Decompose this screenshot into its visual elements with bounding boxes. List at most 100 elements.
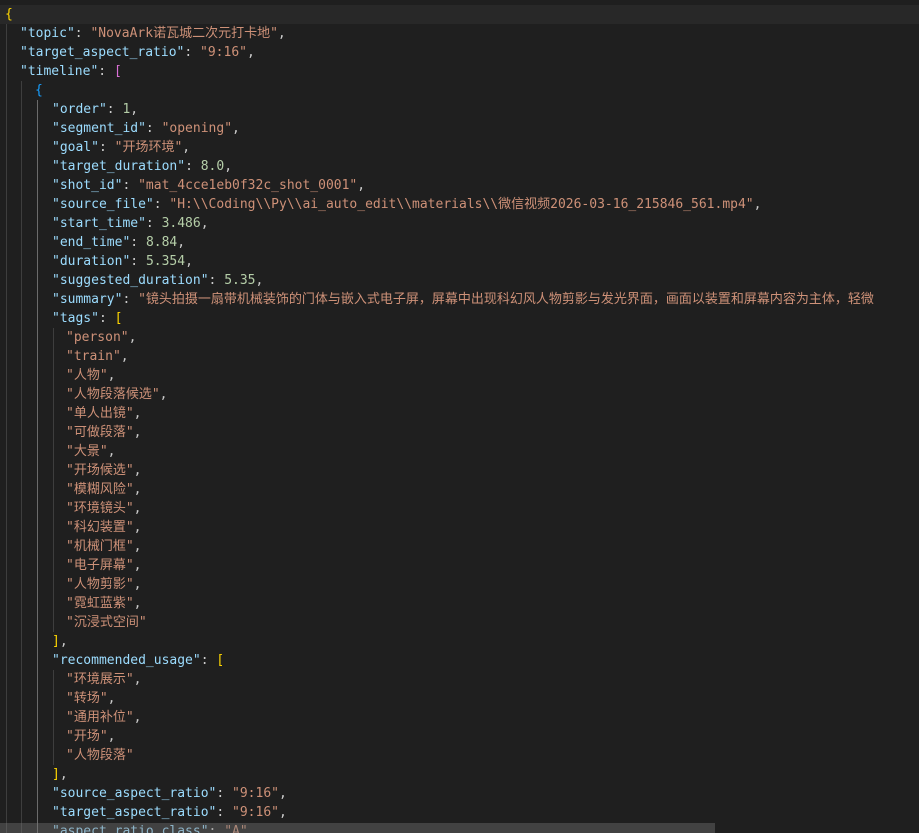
code-text: "duration": 5.354, <box>52 252 193 271</box>
code-token: : <box>153 197 170 212</box>
indent-guide <box>37 727 38 746</box>
code-text: "summary": "镜头拍摄一扇带机械装饰的门体与嵌入式电子屏，屏幕中出现科… <box>52 290 874 309</box>
code-token: "人物段落候选" <box>66 387 160 402</box>
code-line[interactable]: "人物剪影", <box>0 575 919 594</box>
code-line[interactable]: "target_aspect_ratio": "9:16", <box>0 803 919 822</box>
code-line[interactable]: "target_aspect_ratio": "9:16", <box>0 43 919 62</box>
code-token: , <box>120 349 129 364</box>
indent-guide <box>21 670 22 689</box>
code-token: "timeline" <box>20 64 99 79</box>
code-line[interactable]: "机械门框", <box>0 537 919 556</box>
code-line[interactable]: "通用补位", <box>0 708 919 727</box>
code-text: "沉浸式空间" <box>66 613 147 632</box>
code-line[interactable]: "人物段落" <box>0 746 919 765</box>
code-line[interactable]: "end_time": 8.84, <box>0 233 919 252</box>
code-line[interactable]: "tags": [ <box>0 309 919 328</box>
code-token: "大景" <box>66 444 108 459</box>
code-token: "H:\\Coding\\Py\\ai_auto_edit\\materials… <box>169 197 754 212</box>
code-token: "segment_id" <box>52 121 146 136</box>
indent-guide <box>53 727 54 746</box>
code-token: , <box>133 710 142 725</box>
indent-guide <box>21 708 22 727</box>
code-token: "NovaArk诺瓦城二次元打卡地" <box>90 26 278 41</box>
code-line[interactable]: "summary": "镜头拍摄一扇带机械装饰的门体与嵌入式电子屏，屏幕中出现科… <box>0 290 919 309</box>
code-line[interactable]: "环境镜头", <box>0 499 919 518</box>
horizontal-scrollbar[interactable] <box>0 823 715 833</box>
code-token: { <box>5 7 13 22</box>
code-line[interactable]: { <box>0 81 919 100</box>
code-line[interactable]: "开场候选", <box>0 461 919 480</box>
code-line[interactable]: { <box>0 5 919 24</box>
code-line[interactable]: ], <box>0 765 919 784</box>
indent-guide <box>37 366 38 385</box>
code-token: "topic" <box>20 26 75 41</box>
indent-guide <box>6 499 7 518</box>
code-line[interactable]: "人物", <box>0 366 919 385</box>
code-line[interactable]: "科幻装置", <box>0 518 919 537</box>
code-line[interactable]: "source_file": "H:\\Coding\\Py\\ai_auto_… <box>0 195 919 214</box>
code-line[interactable]: "source_aspect_ratio": "9:16", <box>0 784 919 803</box>
code-token: "start_time" <box>52 216 146 231</box>
code-line[interactable]: "环境展示", <box>0 670 919 689</box>
code-line[interactable]: "shot_id": "mat_4cce1eb0f32c_shot_0001", <box>0 176 919 195</box>
code-line[interactable]: "单人出镜", <box>0 404 919 423</box>
code-line[interactable]: "可做段落", <box>0 423 919 442</box>
code-line[interactable]: ], <box>0 632 919 651</box>
code-token: "环境展示" <box>66 672 134 687</box>
code-line[interactable]: "train", <box>0 347 919 366</box>
code-token: , <box>59 634 68 649</box>
code-token: "电子屏幕" <box>66 558 134 573</box>
indent-guide <box>21 366 22 385</box>
code-line[interactable]: "模糊风险", <box>0 480 919 499</box>
code-token: : <box>184 45 201 60</box>
code-token: "9:16" <box>200 45 247 60</box>
code-line[interactable]: "电子屏幕", <box>0 556 919 575</box>
indent-guide <box>21 594 22 613</box>
code-text: "大景", <box>66 442 115 461</box>
indent-guide <box>21 404 22 423</box>
indent-guide <box>53 442 54 461</box>
code-token: "环境镜头" <box>66 501 134 516</box>
code-line[interactable]: "timeline": [ <box>0 62 919 81</box>
code-token: , <box>200 216 209 231</box>
code-line[interactable]: "target_duration": 8.0, <box>0 157 919 176</box>
code-text: ], <box>52 632 68 651</box>
indent-guide <box>21 157 22 176</box>
code-token: "source_file" <box>52 197 154 212</box>
code-line[interactable]: "topic": "NovaArk诺瓦城二次元打卡地", <box>0 24 919 43</box>
code-token: "开场候选" <box>66 463 134 478</box>
code-line[interactable]: "order": 1, <box>0 100 919 119</box>
indent-guide <box>6 746 7 765</box>
code-area[interactable]: {"topic": "NovaArk诺瓦城二次元打卡地", "target_asp… <box>0 5 919 833</box>
code-text: "通用补位", <box>66 708 141 727</box>
code-token: "tags" <box>52 311 99 326</box>
code-token: , <box>279 805 287 820</box>
indent-guide <box>53 746 54 765</box>
code-line[interactable]: "start_time": 3.486, <box>0 214 919 233</box>
code-line[interactable]: "person", <box>0 328 919 347</box>
code-text: "单人出镜", <box>66 404 141 423</box>
code-token: : <box>145 216 162 231</box>
code-line[interactable]: "霓虹蓝紫", <box>0 594 919 613</box>
code-line[interactable]: "转场", <box>0 689 919 708</box>
indent-guide <box>6 195 7 214</box>
code-token: : <box>98 64 114 79</box>
indent-guide <box>21 233 22 252</box>
code-token: , <box>133 539 142 554</box>
indent-guide <box>53 404 54 423</box>
code-token: , <box>182 140 191 155</box>
code-line[interactable]: "segment_id": "opening", <box>0 119 919 138</box>
indent-guide <box>37 176 38 195</box>
code-line[interactable]: "人物段落候选", <box>0 385 919 404</box>
code-token: ] <box>52 634 60 649</box>
code-line[interactable]: "大景", <box>0 442 919 461</box>
indent-guide <box>6 594 7 613</box>
code-editor[interactable]: {"topic": "NovaArk诺瓦城二次元打卡地", "target_asp… <box>0 0 919 833</box>
code-line[interactable]: "goal": "开场环境", <box>0 138 919 157</box>
code-line[interactable]: "开场", <box>0 727 919 746</box>
indent-guide <box>53 423 54 442</box>
code-line[interactable]: "沉浸式空间" <box>0 613 919 632</box>
code-line[interactable]: "suggested_duration": 5.35, <box>0 271 919 290</box>
code-line[interactable]: "recommended_usage": [ <box>0 651 919 670</box>
code-line[interactable]: "duration": 5.354, <box>0 252 919 271</box>
